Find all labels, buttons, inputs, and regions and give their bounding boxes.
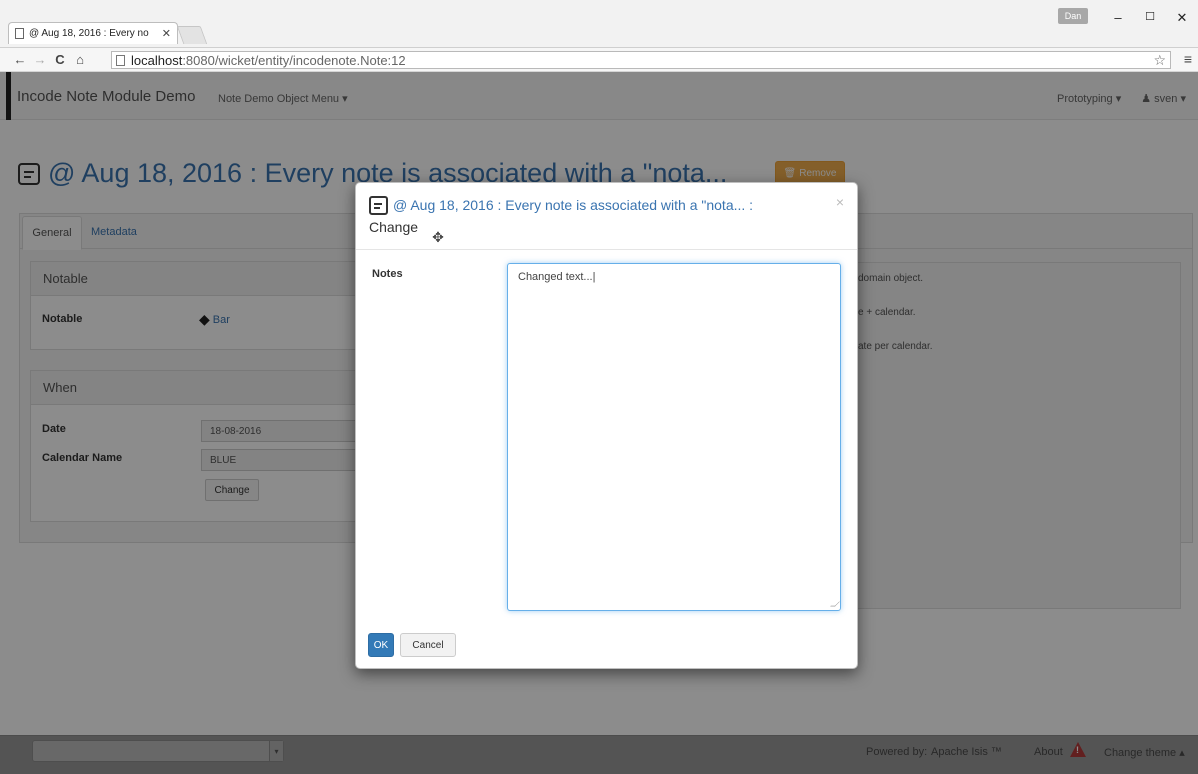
maximize-icon[interactable]: ☐ bbox=[1140, 10, 1160, 23]
reload-icon[interactable]: C bbox=[50, 52, 70, 67]
dialog-subtitle: Change bbox=[369, 219, 419, 235]
dialog-title: @ Aug 18, 2016 : Every note is associate… bbox=[393, 197, 754, 213]
browser-tab[interactable]: @ Aug 18, 2016 : Every no ✕ bbox=[8, 22, 178, 44]
page-info-icon bbox=[116, 54, 125, 66]
note-icon bbox=[369, 196, 388, 215]
minimize-icon[interactable]: – bbox=[1108, 10, 1128, 25]
page-icon bbox=[15, 28, 24, 39]
ok-button[interactable]: OK bbox=[368, 633, 394, 657]
browser-tab-title: @ Aug 18, 2016 : Every no bbox=[29, 28, 149, 39]
browser-profile-badge[interactable]: Dan bbox=[1058, 8, 1088, 24]
window-close-icon[interactable]: ✕ bbox=[1172, 10, 1192, 26]
dialog-header: @ Aug 18, 2016 : Every note is associate… bbox=[356, 183, 857, 250]
home-icon[interactable]: ⌂ bbox=[70, 52, 90, 67]
notes-textarea[interactable]: Changed text...| bbox=[507, 263, 841, 611]
move-icon[interactable]: ✥ bbox=[430, 229, 446, 245]
browser-toolbar: ← → C ⌂ localhost:8080/wicket/entity/inc… bbox=[0, 48, 1198, 72]
browser-menu-icon[interactable]: ≡ bbox=[1184, 51, 1192, 67]
back-icon[interactable]: ← bbox=[10, 52, 30, 67]
tab-close-icon[interactable]: ✕ bbox=[162, 27, 171, 40]
change-notes-dialog: @ Aug 18, 2016 : Every note is associate… bbox=[355, 182, 858, 669]
close-icon[interactable]: × bbox=[836, 194, 844, 210]
address-bar[interactable]: localhost:8080/wicket/entity/incodenote.… bbox=[111, 51, 1171, 69]
url-host: localhost bbox=[131, 52, 183, 68]
notes-label: Notes bbox=[372, 268, 403, 280]
url-path: :8080/wicket/entity/incodenote.Note:12 bbox=[182, 52, 406, 68]
bookmark-star-icon[interactable]: ☆ bbox=[1153, 52, 1166, 69]
browser-titlebar bbox=[0, 0, 1198, 48]
forward-icon[interactable]: → bbox=[30, 52, 50, 67]
cancel-button[interactable]: Cancel bbox=[400, 633, 456, 657]
